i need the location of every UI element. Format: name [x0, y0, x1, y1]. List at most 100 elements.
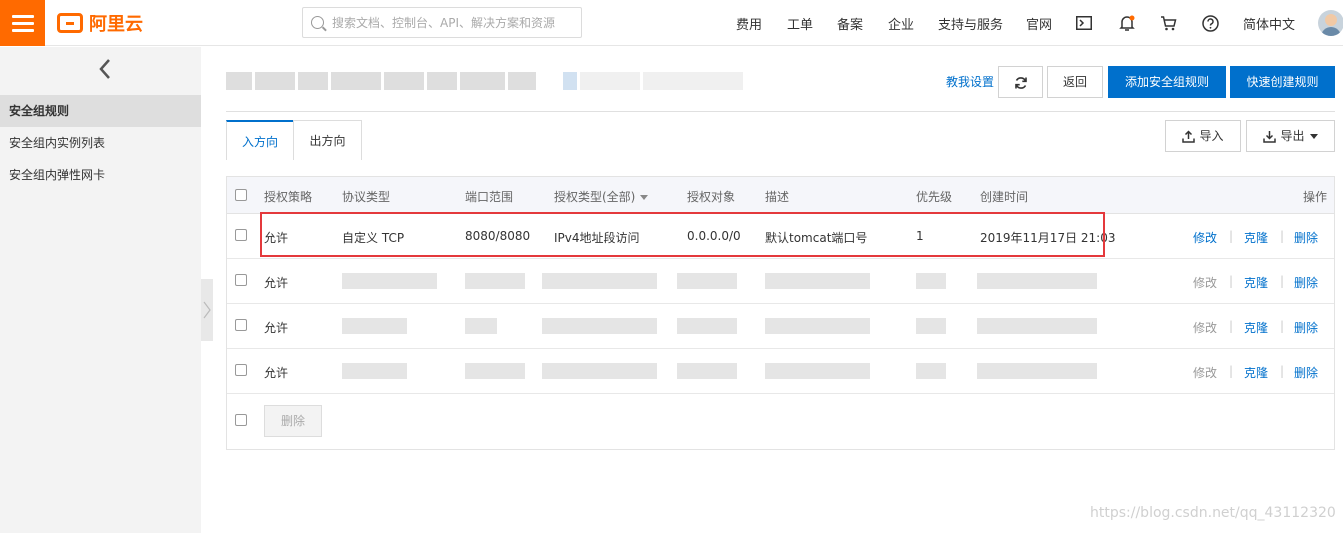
nav-official-site[interactable]: 官网: [1026, 0, 1052, 46]
download-icon: [1263, 131, 1277, 143]
upload-icon: [1182, 130, 1196, 143]
footer-select-all-checkbox[interactable]: [235, 414, 247, 426]
select-all-checkbox[interactable]: [235, 189, 247, 201]
aliyun-logo-icon: [57, 13, 83, 33]
cell-policy: 允许: [264, 366, 289, 380]
nav-tickets[interactable]: 工单: [787, 0, 813, 46]
tab-inbound[interactable]: 入方向: [226, 120, 294, 160]
action-separator: |: [1229, 229, 1234, 243]
col-auth-policy: 授权策略: [264, 190, 313, 204]
nav-fees[interactable]: 费用: [736, 0, 762, 46]
col-description: 描述: [765, 190, 790, 204]
logo-text: 阿里云: [89, 14, 143, 35]
watermark-text: https://blog.csdn.net/qq_43112320: [1090, 505, 1336, 521]
redacted-cell: [465, 273, 525, 289]
redacted-cell: [916, 363, 946, 379]
user-avatar[interactable]: [1318, 10, 1343, 36]
nav-official-label[interactable]: 官网: [1026, 14, 1052, 33]
action-separator: |: [1229, 364, 1234, 378]
cell-created: 2019年11月17日 21:03: [980, 231, 1116, 245]
language-label[interactable]: 简体中文: [1243, 14, 1295, 33]
clone-link[interactable]: 克隆: [1244, 274, 1268, 291]
redacted-cell: [542, 363, 657, 379]
edit-link[interactable]: 修改: [1193, 274, 1217, 291]
delete-link[interactable]: 删除: [1294, 229, 1318, 246]
sidebar-item-eni[interactable]: 安全组内弹性网卡: [0, 159, 201, 191]
table-row: 允许 自定义 TCP 8080/8080 IPv4地址段访问 0.0.0.0/0…: [227, 214, 1334, 259]
language-switch[interactable]: 简体中文: [1243, 0, 1295, 46]
aliyun-logo[interactable]: 阿里云: [57, 10, 143, 36]
search-input[interactable]: [332, 15, 572, 30]
sidebar-item-instances[interactable]: 安全组内实例列表: [0, 127, 201, 159]
redacted-cell: [342, 318, 407, 334]
security-group-name-redacted: [226, 72, 743, 92]
redacted-cell: [977, 363, 1097, 379]
action-separator: |: [1280, 319, 1285, 333]
redacted-cell: [465, 318, 497, 334]
delete-link[interactable]: 删除: [1294, 274, 1318, 291]
sidebar-item-security-rules[interactable]: 安全组规则: [0, 95, 201, 127]
cell-policy: 允许: [264, 276, 289, 290]
table-header: 授权策略 协议类型 端口范围 授权类型(全部) 授权对象 描述 优先级 创建时间…: [227, 177, 1334, 214]
clone-link[interactable]: 克隆: [1244, 229, 1268, 246]
row-checkbox[interactable]: [235, 229, 247, 241]
delete-link[interactable]: 删除: [1294, 319, 1318, 336]
bell-icon[interactable]: [1117, 13, 1137, 33]
cell-protocol: 自定义 TCP: [342, 231, 405, 245]
cell-description: 默认tomcat端口号: [765, 231, 868, 245]
redacted-cell: [677, 363, 737, 379]
redacted-cell: [465, 363, 525, 379]
import-button[interactable]: 导入: [1165, 120, 1241, 152]
nav-fees-label[interactable]: 费用: [736, 14, 762, 33]
table-row: 允许 修改 | 克隆 | 删除: [227, 304, 1334, 349]
row-checkbox[interactable]: [235, 319, 247, 331]
row-checkbox[interactable]: [235, 364, 247, 376]
bulk-delete-button[interactable]: 删除: [264, 405, 322, 437]
top-navbar: 阿里云 费用 工单 备案 企业 支持与服务 官网 简体中文: [0, 0, 1343, 46]
nav-enterprise-label[interactable]: 企业: [888, 14, 914, 33]
action-separator: |: [1229, 319, 1234, 333]
add-security-rule-button[interactable]: 添加安全组规则: [1108, 66, 1226, 98]
back-chevron-icon[interactable]: [96, 57, 116, 81]
delete-link[interactable]: 删除: [1294, 364, 1318, 381]
nav-support-label[interactable]: 支持与服务: [938, 14, 1003, 33]
help-icon[interactable]: [1200, 13, 1220, 33]
cart-icon[interactable]: [1158, 13, 1178, 33]
cell-auth-object: 0.0.0.0/0: [687, 229, 741, 243]
redacted-cell: [916, 273, 946, 289]
tab-outbound[interactable]: 出方向: [293, 120, 362, 160]
row-checkbox[interactable]: [235, 274, 247, 286]
col-auth-type-label: 授权类型(全部): [554, 190, 636, 204]
sidebar-collapse-toggle[interactable]: [201, 279, 213, 341]
edit-link[interactable]: 修改: [1193, 229, 1217, 246]
action-separator: |: [1280, 274, 1285, 288]
global-search[interactable]: [302, 7, 582, 38]
cell-policy: 允许: [264, 231, 289, 245]
quick-create-rule-button[interactable]: 快速创建规则: [1230, 66, 1335, 98]
nav-filing[interactable]: 备案: [837, 0, 863, 46]
clone-link[interactable]: 克隆: [1244, 319, 1268, 336]
cell-policy: 允许: [264, 321, 289, 335]
redacted-cell: [765, 363, 870, 379]
nav-enterprise[interactable]: 企业: [888, 0, 914, 46]
nav-tickets-label[interactable]: 工单: [787, 14, 813, 33]
nav-support[interactable]: 支持与服务: [938, 0, 1003, 46]
refresh-button[interactable]: [998, 66, 1043, 98]
edit-link[interactable]: 修改: [1193, 319, 1217, 336]
clone-link[interactable]: 克隆: [1244, 364, 1268, 381]
terminal-icon[interactable]: [1074, 13, 1094, 33]
col-protocol: 协议类型: [342, 190, 391, 204]
redacted-cell: [342, 273, 437, 289]
redacted-cell: [542, 318, 657, 334]
back-button[interactable]: 返回: [1047, 66, 1103, 98]
edit-link[interactable]: 修改: [1193, 364, 1217, 381]
export-dropdown-button[interactable]: 导出: [1246, 120, 1335, 152]
nav-filing-label[interactable]: 备案: [837, 14, 863, 33]
security-rules-table: 授权策略 协议类型 端口范围 授权类型(全部) 授权对象 描述 优先级 创建时间…: [226, 176, 1335, 450]
hamburger-menu-icon[interactable]: [0, 0, 45, 46]
col-auth-type-filter[interactable]: 授权类型(全部): [554, 188, 649, 205]
import-label: 导入: [1199, 129, 1224, 143]
redacted-cell: [765, 318, 870, 334]
header-divider: [226, 111, 1335, 112]
teach-me-setup-link[interactable]: 教我设置: [946, 73, 994, 90]
